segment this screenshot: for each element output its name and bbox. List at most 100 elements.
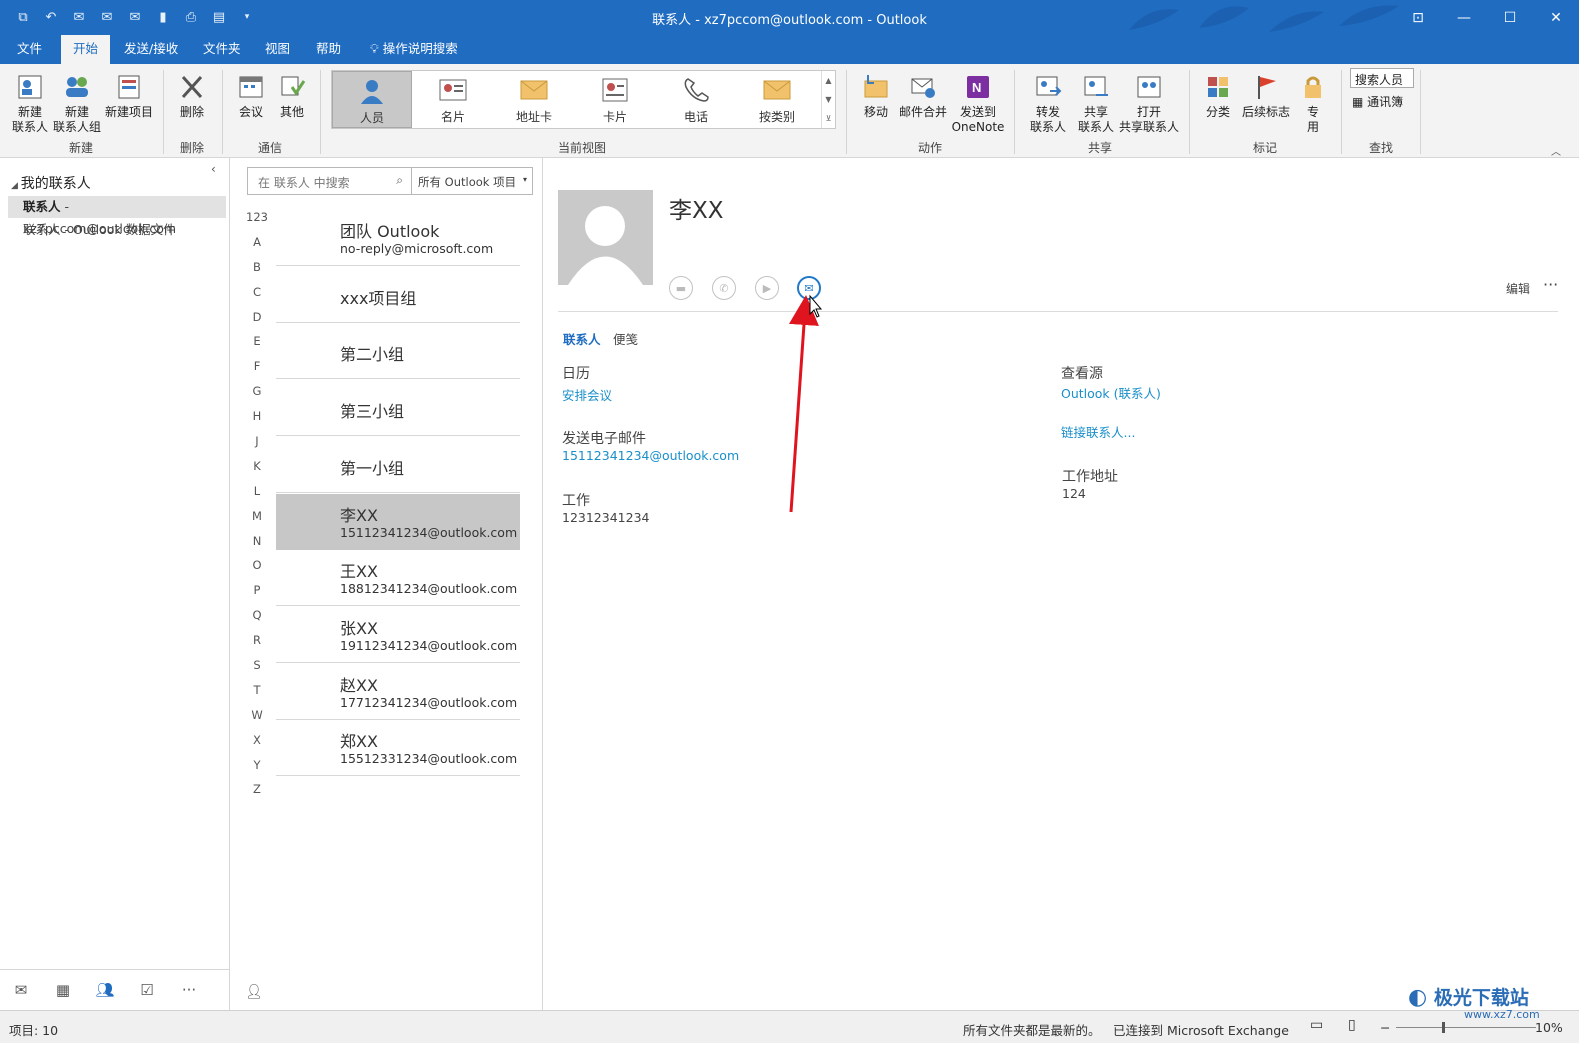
- index-letter[interactable]: 123: [246, 210, 268, 235]
- link-contacts-link[interactable]: 链接联系人...: [1061, 422, 1135, 441]
- index-letter[interactable]: S: [246, 658, 268, 683]
- tab-contact[interactable]: 联系人: [563, 329, 601, 348]
- people-icon[interactable]: 👥︎: [84, 981, 126, 999]
- private-button[interactable]: 专 用: [1296, 72, 1330, 135]
- forward-contact-button[interactable]: 转发 联系人: [1022, 72, 1074, 135]
- contact-card[interactable]: 团队 Outlook no-reply@microsoft.com: [276, 210, 520, 266]
- collapse-ribbon-icon[interactable]: ︿: [1551, 143, 1561, 158]
- index-letter[interactable]: K: [246, 459, 268, 484]
- folder-contacts-exchange[interactable]: 联系人 - xz7pccom@outlook.com: [8, 196, 226, 236]
- zoom-out-icon[interactable]: −: [1380, 1020, 1390, 1035]
- more-comm-button[interactable]: 其他: [273, 72, 311, 120]
- search-people-input[interactable]: 搜索人员: [1350, 68, 1414, 88]
- follow-up-button[interactable]: 后续标志: [1240, 72, 1292, 120]
- email-link[interactable]: 15112341234@outlook.com: [562, 448, 739, 463]
- schedule-meeting-link[interactable]: 安排会议: [562, 385, 612, 404]
- index-letter[interactable]: A: [246, 235, 268, 260]
- collapse-pane-icon[interactable]: ‹: [211, 162, 216, 176]
- index-letter[interactable]: O: [246, 558, 268, 583]
- tab-notes[interactable]: 便笺: [613, 329, 638, 348]
- new-items-button[interactable]: 新建项目: [103, 72, 155, 120]
- zoom-thumb[interactable]: [1442, 1022, 1445, 1033]
- index-letter[interactable]: Q: [246, 608, 268, 633]
- ribbon-display-icon[interactable]: ⊡: [1395, 0, 1441, 35]
- index-letter[interactable]: M: [246, 509, 268, 534]
- contact-card[interactable]: 赵XX 17712341234@outlook.com: [276, 664, 520, 720]
- reading-view-icon[interactable]: ▯: [1348, 1017, 1356, 1033]
- edit-button[interactable]: 编辑: [1506, 280, 1530, 297]
- contact-card[interactable]: 李XX 15112341234@outlook.com: [276, 493, 520, 550]
- im-icon[interactable]: ▬: [669, 276, 693, 300]
- tab-file[interactable]: 文件: [5, 35, 54, 64]
- tab-folder[interactable]: 文件夹: [191, 35, 253, 64]
- source-link[interactable]: Outlook (联系人): [1061, 383, 1161, 402]
- more-options-icon[interactable]: ···: [1543, 275, 1558, 294]
- gallery-scroll[interactable]: ▲ ▼ ⊻: [821, 71, 835, 128]
- maximize-button[interactable]: ☐: [1487, 0, 1533, 35]
- close-button[interactable]: ✕: [1533, 0, 1579, 35]
- tell-me-search[interactable]: 💡︎ 操作说明搜索: [358, 35, 470, 64]
- index-letter[interactable]: G: [246, 384, 268, 409]
- call-icon[interactable]: ✆: [712, 276, 736, 300]
- new-group-button[interactable]: 新建 联系人组: [52, 72, 102, 135]
- minimize-button[interactable]: —: [1441, 0, 1487, 35]
- view-by-category[interactable]: 按类别: [737, 71, 817, 128]
- index-letter[interactable]: Y: [246, 758, 268, 783]
- open-shared-contacts-button[interactable]: 打开 共享联系人: [1118, 72, 1180, 135]
- contact-card[interactable]: 张XX 19112341234@outlook.com: [276, 607, 520, 663]
- index-letter[interactable]: F: [246, 359, 268, 384]
- index-letter[interactable]: J: [246, 434, 268, 459]
- index-letter[interactable]: Z: [246, 782, 268, 807]
- view-business-card[interactable]: 名片: [413, 71, 493, 128]
- index-letter[interactable]: B: [246, 260, 268, 285]
- address-book-button[interactable]: ▦ 通讯簿: [1352, 93, 1403, 110]
- index-letter[interactable]: W: [246, 708, 268, 733]
- video-icon[interactable]: ▶: [755, 276, 779, 300]
- move-button[interactable]: 移动: [856, 72, 896, 120]
- contact-card-view-icon[interactable]: 👤︎: [245, 984, 263, 1000]
- view-card[interactable]: 卡片: [575, 71, 655, 128]
- tab-send-receive[interactable]: 发送/接收: [112, 35, 190, 64]
- contact-card[interactable]: 第一小组: [276, 437, 520, 493]
- meeting-button[interactable]: 会议: [232, 72, 270, 120]
- folder-contacts-datafile[interactable]: 联系人 - Outlook 数据文件: [8, 219, 226, 241]
- normal-view-icon[interactable]: ▭: [1310, 1017, 1323, 1033]
- tab-view[interactable]: 视图: [253, 35, 302, 64]
- share-contacts-button[interactable]: 共享 联系人: [1074, 72, 1118, 135]
- tab-help[interactable]: 帮助: [304, 35, 353, 64]
- view-address-card[interactable]: 地址卡: [494, 71, 574, 128]
- categorize-button[interactable]: 分类: [1198, 72, 1238, 120]
- index-letter[interactable]: L: [246, 484, 268, 509]
- delete-button[interactable]: 删除: [172, 72, 212, 120]
- calendar-icon[interactable]: ▦: [42, 981, 84, 999]
- tab-home[interactable]: 开始: [61, 35, 111, 64]
- search-scope-dropdown[interactable]: 所有 Outlook 项目 ▾: [412, 167, 533, 195]
- search-input[interactable]: 在 联系人 中搜索 ⌕: [247, 167, 412, 195]
- my-contacts-header[interactable]: ◢ 我的联系人: [11, 173, 91, 193]
- index-letter[interactable]: X: [246, 733, 268, 758]
- send-to-onenote-button[interactable]: N 发送到 OneNote: [950, 72, 1006, 135]
- scroll-down-icon[interactable]: ▼: [825, 95, 831, 104]
- contact-card[interactable]: 第二小组: [276, 323, 520, 380]
- index-letter[interactable]: C: [246, 285, 268, 310]
- more-icon[interactable]: ···: [168, 981, 210, 999]
- scroll-up-icon[interactable]: ▲: [825, 76, 831, 85]
- view-phone[interactable]: 电话: [656, 71, 736, 128]
- index-letter[interactable]: H: [246, 409, 268, 434]
- index-letter[interactable]: E: [246, 334, 268, 359]
- index-letter[interactable]: R: [246, 633, 268, 658]
- zoom-slider[interactable]: [1396, 1027, 1536, 1028]
- gallery-expand-icon[interactable]: ⊻: [826, 114, 832, 123]
- index-letter[interactable]: N: [246, 534, 268, 559]
- contact-card[interactable]: 王XX 18812341234@outlook.com: [276, 550, 520, 607]
- contact-card[interactable]: xxx项目组: [276, 267, 520, 323]
- contact-card[interactable]: 郑XX 15512331234@outlook.com: [276, 720, 520, 777]
- email-icon[interactable]: ✉: [797, 276, 821, 300]
- view-people[interactable]: 人员: [332, 71, 412, 128]
- index-letter[interactable]: T: [246, 683, 268, 708]
- index-letter[interactable]: D: [246, 310, 268, 335]
- index-letter[interactable]: P: [246, 583, 268, 608]
- avatar[interactable]: [558, 190, 653, 285]
- mail-icon[interactable]: ✉: [0, 981, 42, 999]
- search-icon[interactable]: ⌕: [396, 173, 403, 188]
